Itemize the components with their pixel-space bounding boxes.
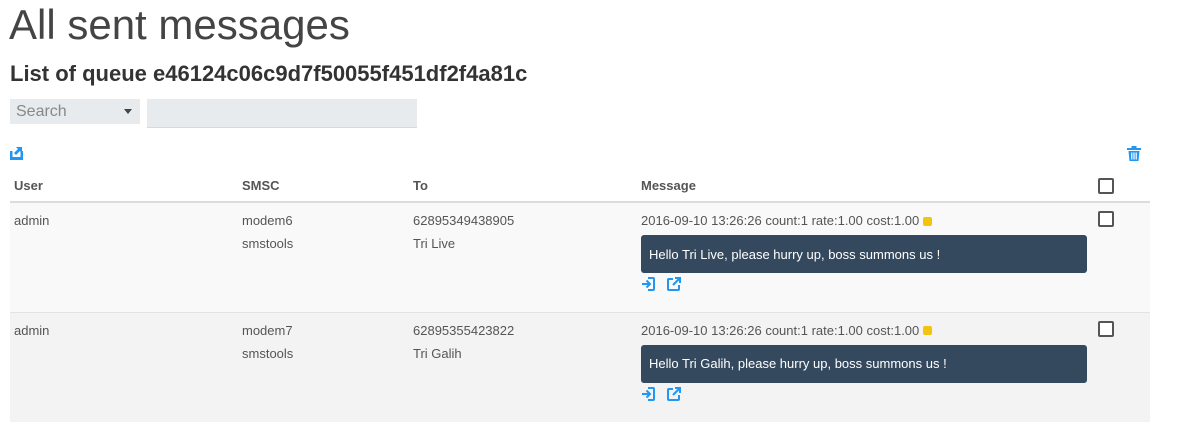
column-header-message[interactable]: Message bbox=[637, 170, 1094, 203]
recipient-number: 62895355423822 bbox=[413, 322, 515, 338]
select-all-checkbox[interactable] bbox=[1098, 177, 1114, 194]
page-title: All sent messages bbox=[9, 1, 350, 48]
status-dot-icon bbox=[923, 216, 933, 226]
message-bubble: Hello Tri Live, please hurry up, boss su… bbox=[641, 235, 1087, 273]
table-row: admin modem6 smstools 62895349438905 Tri… bbox=[10, 201, 1150, 312]
smsc-name: modem6 bbox=[242, 213, 293, 228]
user-cell: admin bbox=[14, 213, 50, 228]
column-header-user[interactable]: User bbox=[10, 170, 238, 203]
sign-in-icon[interactable] bbox=[641, 386, 655, 401]
status-dot-icon bbox=[923, 326, 933, 335]
recipient-name: Tri Galih bbox=[413, 345, 462, 361]
column-header-smsc[interactable]: SMSC bbox=[238, 170, 409, 203]
search-input[interactable] bbox=[147, 99, 417, 128]
smsc-type: smstools bbox=[242, 345, 294, 361]
trash-icon[interactable] bbox=[1127, 146, 1141, 161]
smsc-name: modem7 bbox=[242, 322, 293, 338]
column-header-to[interactable]: To bbox=[409, 170, 637, 203]
message-meta: 2016-09-10 13:26:26 count:1 rate:1.00 co… bbox=[641, 213, 1094, 229]
caret-down-icon bbox=[124, 109, 132, 114]
queue-subtitle: List of queue e46124c06c9d7f50055f451df2… bbox=[10, 61, 528, 86]
recipient-number: 62895349438905 bbox=[413, 213, 515, 228]
recipient-name: Tri Live bbox=[413, 236, 456, 251]
table-row: admin modem7 smstools 62895355423822 Tri… bbox=[10, 311, 1150, 422]
table-header-row: User SMSC To Message bbox=[10, 170, 1150, 203]
export-icon[interactable] bbox=[10, 146, 23, 160]
message-meta-text: 2016-09-10 13:26:26 count:1 rate:1.00 co… bbox=[641, 213, 920, 228]
row-checkbox[interactable] bbox=[1098, 320, 1114, 337]
message-meta-text: 2016-09-10 13:26:26 count:1 rate:1.00 co… bbox=[641, 322, 920, 338]
message-bubble: Hello Tri Galih, please hurry up, boss s… bbox=[641, 344, 1087, 383]
message-actions bbox=[641, 277, 1094, 291]
external-link-icon[interactable] bbox=[667, 386, 681, 401]
user-cell: admin bbox=[14, 322, 50, 338]
row-checkbox[interactable] bbox=[1098, 211, 1114, 227]
external-link-icon[interactable] bbox=[667, 277, 681, 291]
search-field-select[interactable]: Search bbox=[10, 99, 140, 124]
smsc-type: smstools bbox=[242, 236, 294, 251]
search-select-label: Search bbox=[16, 102, 67, 120]
message-actions bbox=[641, 386, 1094, 401]
sign-in-icon[interactable] bbox=[641, 277, 655, 291]
message-meta: 2016-09-10 13:26:26 count:1 rate:1.00 co… bbox=[641, 323, 1094, 339]
messages-table: User SMSC To Message admin modem6 smstoo… bbox=[10, 170, 1150, 422]
